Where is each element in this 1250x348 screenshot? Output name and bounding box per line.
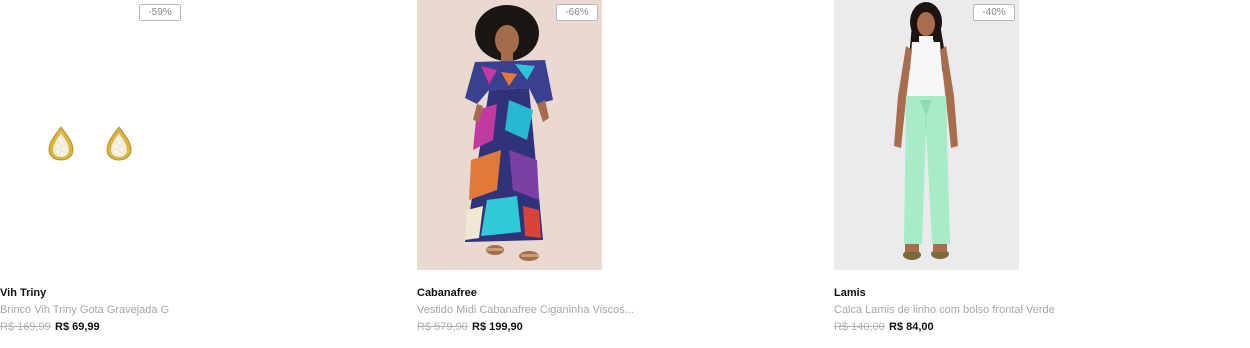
discount-badge: -66% [556, 4, 598, 21]
sale-price: R$ 84,00 [889, 321, 934, 333]
sale-price: R$ 69,99 [55, 321, 100, 333]
original-price: R$ 169,99 [0, 321, 51, 333]
product-brand[interactable]: Cabanafree [417, 287, 477, 299]
pants-model-image [834, 0, 1019, 270]
product-card-cabanafree[interactable]: -66% Cabanafree Vestido Midi Cabanafree … [417, 0, 757, 348]
product-name[interactable]: Vestido Midi Cabanafree Ciganinha Viscos… [417, 304, 634, 316]
product-image[interactable] [834, 0, 1019, 270]
product-image[interactable] [0, 0, 185, 270]
product-name[interactable]: Brinco Vih Triny Gota Gravejada G [0, 304, 169, 316]
product-name[interactable]: Calca Lamis de linho com bolso frontal V… [834, 304, 1055, 316]
sale-price: R$ 199,90 [472, 321, 523, 333]
original-price: R$ 579,90 [417, 321, 468, 333]
product-card-vih-triny[interactable]: -59% Vih Triny Brinco Vih Triny Gota Gra… [0, 0, 340, 348]
original-price: R$ 140,00 [834, 321, 885, 333]
dress-model-image [417, 0, 602, 270]
earrings-image [0, 0, 185, 270]
product-image[interactable] [417, 0, 602, 270]
product-brand[interactable]: Vih Triny [0, 287, 46, 299]
product-brand[interactable]: Lamis [834, 287, 866, 299]
discount-badge: -59% [139, 4, 181, 21]
discount-badge: -40% [973, 4, 1015, 21]
product-card-lamis[interactable]: -40% Lamis Calca Lamis de linho com bols… [834, 0, 1174, 348]
